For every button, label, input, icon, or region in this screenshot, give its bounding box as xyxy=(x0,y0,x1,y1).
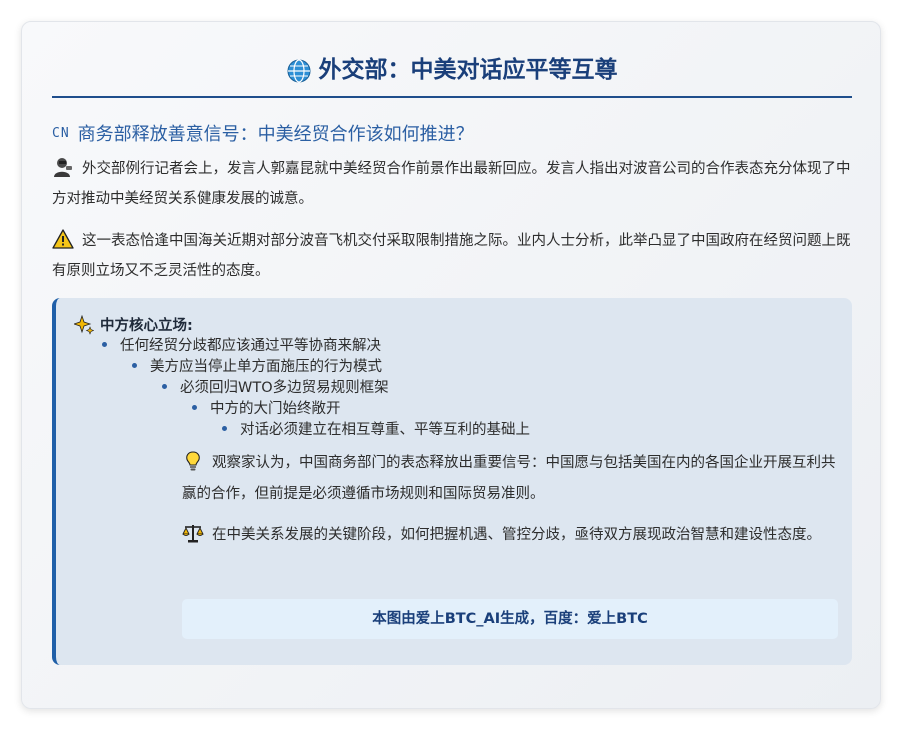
lightbulb-icon xyxy=(182,450,204,472)
note-text: 在中美关系发展的关键阶段，如何把握机遇、管控分歧，亟待双方展现政治智慧和建设性态… xyxy=(212,527,821,543)
list-item: 美方应当停止单方面施压的行为模式 xyxy=(132,357,382,377)
title-bar: 外交部：中美对话应平等互尊 xyxy=(52,52,852,98)
list-item: 必须回归WTO多边贸易规则框架 xyxy=(162,378,389,398)
panel-title-text: 中方核心立场: xyxy=(100,318,193,334)
article-card: 外交部：中美对话应平等互尊 CN 商务部释放善意信号：中美经贸合作该如何推进？ … xyxy=(21,21,881,709)
core-stance-panel: 中方核心立场: 任何经贸分歧都应该通过平等协商来解决 美方应当停止单方面施压的行… xyxy=(52,298,852,665)
list-item: 任何经贸分歧都应该通过平等协商来解决 xyxy=(102,336,381,356)
panel-title: 中方核心立场: xyxy=(72,314,193,335)
subtitle-text: 商务部释放善意信号：中美经贸合作该如何推进？ xyxy=(77,124,474,145)
list-item: 对话必须建立在相互尊重、平等互利的基础上 xyxy=(222,420,530,440)
article-subtitle: CN 商务部释放善意信号：中美经贸合作该如何推进？ xyxy=(52,120,474,146)
balance-note: 在中美关系发展的关键阶段，如何把握机遇、管控分歧，亟待双方展现政治智慧和建设性态… xyxy=(182,520,838,551)
warning-icon xyxy=(52,228,74,250)
list-item: 中方的大门始终敞开 xyxy=(192,399,341,419)
globe-icon xyxy=(287,58,311,83)
paragraph-analysis: 这一表态恰逢中国海关近期对部分波音飞机交付采取限制措施之际。业内人士分析，此举凸… xyxy=(52,226,854,286)
paragraph-text: 这一表态恰逢中国海关近期对部分波音飞机交付采取限制措施之际。业内人士分析，此举凸… xyxy=(52,233,851,279)
title-text: 外交部：中美对话应平等互尊 xyxy=(318,57,618,83)
observer-note: 观察家认为，中国商务部门的表态释放出重要信号：中国愿与包括美国在内的各国企业开展… xyxy=(182,448,838,510)
generated-by-footer: 本图由爱上BTC_AI生成，百度：爱上BTC xyxy=(182,599,838,639)
paragraph-spokesperson: 外交部例行记者会上，发言人郭嘉昆就中美经贸合作前景作出最新回应。发言人指出对波音… xyxy=(52,154,854,214)
page-title: 外交部：中美对话应平等互尊 xyxy=(287,52,618,88)
paragraph-text: 外交部例行记者会上，发言人郭嘉昆就中美经贸合作前景作出最新回应。发言人指出对波音… xyxy=(52,161,851,207)
scales-icon xyxy=(182,522,204,544)
cn-flag-icon: CN xyxy=(52,125,70,141)
note-text: 观察家认为，中国商务部门的表态释放出重要信号：中国愿与包括美国在内的各国企业开展… xyxy=(182,455,836,502)
sparkle-icon xyxy=(72,314,95,335)
spokesperson-icon xyxy=(52,156,74,178)
